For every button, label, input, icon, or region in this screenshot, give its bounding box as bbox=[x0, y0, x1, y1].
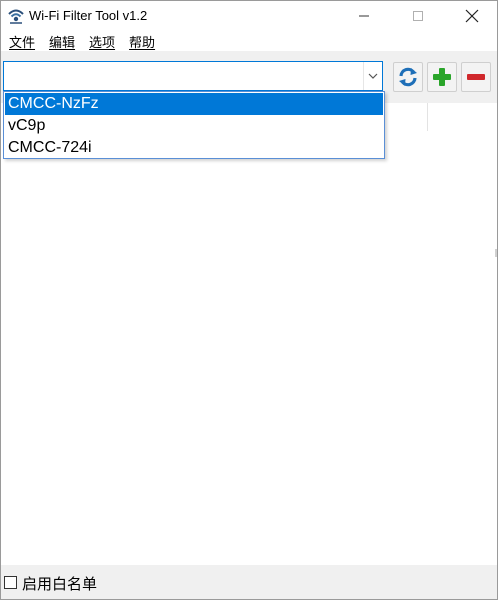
combo-dropdown-button[interactable] bbox=[363, 62, 382, 90]
chevron-down-icon bbox=[368, 73, 378, 79]
title-bar: Wi-Fi Filter Tool v1.2 bbox=[1, 1, 497, 31]
minimize-button[interactable] bbox=[341, 1, 387, 31]
menu-bar: 文件 编辑 选项 帮助 bbox=[1, 31, 497, 51]
ssid-combobox[interactable] bbox=[3, 61, 383, 91]
menu-options[interactable]: 选项 bbox=[87, 32, 117, 51]
ssid-dropdown-list: CMCC-NzFz vC9p CMCC-724i bbox=[3, 91, 385, 159]
resize-grip bbox=[495, 249, 497, 257]
plus-icon bbox=[433, 68, 451, 86]
whitelist-label[interactable]: 启用白名单 bbox=[22, 573, 97, 594]
maximize-button[interactable] bbox=[395, 1, 441, 31]
add-button[interactable] bbox=[427, 62, 457, 92]
app-window: Wi-Fi Filter Tool v1.2 文件 编辑 选项 帮助 CMCC-… bbox=[0, 0, 498, 600]
menu-edit[interactable]: 编辑 bbox=[47, 32, 77, 51]
window-title: Wi-Fi Filter Tool v1.2 bbox=[29, 8, 148, 23]
wifi-filter-app-icon bbox=[8, 9, 24, 24]
network-list[interactable] bbox=[1, 103, 497, 565]
refresh-button[interactable] bbox=[393, 62, 423, 92]
remove-button[interactable] bbox=[461, 62, 491, 92]
whitelist-checkbox[interactable] bbox=[4, 576, 17, 589]
dropdown-option[interactable]: vC9p bbox=[5, 115, 383, 137]
dropdown-option[interactable]: CMCC-724i bbox=[5, 137, 383, 159]
menu-help[interactable]: 帮助 bbox=[127, 32, 157, 51]
dropdown-option[interactable]: CMCC-NzFz bbox=[5, 93, 383, 115]
refresh-icon bbox=[399, 67, 417, 87]
minimize-icon bbox=[359, 15, 369, 17]
column-divider bbox=[427, 103, 428, 131]
close-button[interactable] bbox=[449, 1, 495, 31]
minus-icon bbox=[467, 74, 485, 80]
menu-file[interactable]: 文件 bbox=[7, 32, 37, 51]
maximize-icon bbox=[413, 11, 423, 21]
close-icon bbox=[465, 9, 479, 23]
